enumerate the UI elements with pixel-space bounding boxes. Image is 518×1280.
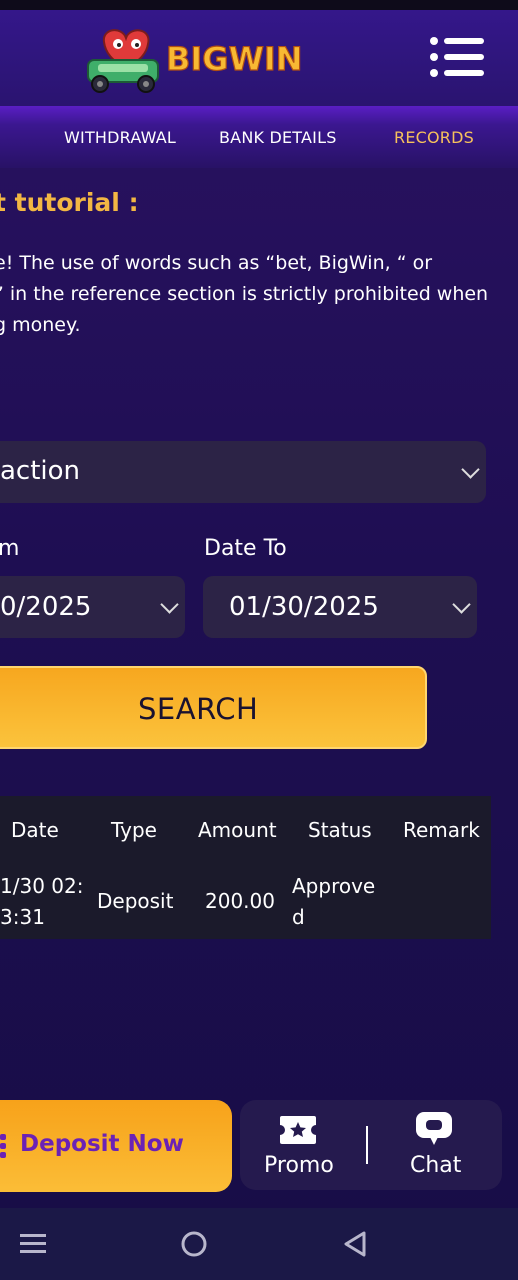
tab-records[interactable]: RECORDS xyxy=(394,128,474,147)
deposit-icon xyxy=(0,1134,6,1158)
cell-status-line1: Approve xyxy=(292,874,376,898)
column-header-amount: Amount xyxy=(198,818,277,842)
tutorial-title: t tutorial : xyxy=(0,188,139,217)
date-from-value: 0/2025 xyxy=(0,592,92,622)
search-button[interactable]: SEARCH xyxy=(0,666,427,749)
bottom-action-bar: Deposit Now Promo Chat xyxy=(0,1100,518,1200)
chat-bubble-icon xyxy=(416,1112,452,1145)
column-header-date: Date xyxy=(11,818,59,842)
tutorial-line: g money. xyxy=(0,314,81,336)
deposit-now-label: Deposit Now xyxy=(20,1131,184,1157)
promo-label: Promo xyxy=(264,1153,334,1178)
account-tabs: WITHDRAWAL BANK DETAILS RECORDS xyxy=(0,106,518,168)
chevron-down-icon xyxy=(160,595,179,614)
column-header-status: Status xyxy=(308,818,372,842)
back-icon[interactable] xyxy=(342,1230,368,1258)
brand-logotype: BIGWIN xyxy=(166,40,303,78)
cell-date-line1: 1/30 02: xyxy=(0,874,84,898)
tab-bank-details[interactable]: BANK DETAILS xyxy=(219,128,337,147)
home-icon[interactable] xyxy=(180,1230,208,1258)
status-bar xyxy=(0,0,518,10)
date-to-select[interactable]: 01/30/2025 xyxy=(203,576,477,638)
transaction-type-value: action xyxy=(0,456,81,486)
tutorial-line: ” in the reference section is strictly p… xyxy=(0,283,489,305)
cell-date-line2: 3:31 xyxy=(0,905,45,929)
column-header-type: Type xyxy=(111,818,157,842)
date-from-label: m xyxy=(0,536,20,561)
app-header: BIGWIN xyxy=(0,10,518,106)
tab-withdrawal[interactable]: WITHDRAWAL xyxy=(64,128,176,147)
search-button-label: SEARCH xyxy=(138,692,259,726)
bigwin-logo[interactable]: BIGWIN xyxy=(84,24,314,94)
recents-icon[interactable] xyxy=(20,1232,46,1256)
date-from-select[interactable]: 0/2025 xyxy=(0,576,185,638)
promo-chat-panel: Promo Chat xyxy=(240,1100,502,1190)
cell-status-line2: d xyxy=(292,905,305,929)
transaction-type-select[interactable]: action xyxy=(0,441,486,503)
date-to-label: Date To xyxy=(204,536,287,561)
system-navigation-bar xyxy=(0,1208,518,1280)
hamburger-menu-icon[interactable] xyxy=(428,34,488,80)
tutorial-note: e! The use of words such as “bet, BigWin… xyxy=(0,248,489,341)
chat-label: Chat xyxy=(410,1153,462,1178)
date-to-value: 01/30/2025 xyxy=(229,592,379,622)
nav-divider xyxy=(366,1126,368,1164)
tutorial-line: e! The use of words such as “bet, BigWin… xyxy=(0,252,433,274)
chevron-down-icon xyxy=(452,595,471,614)
records-table: Date Type Amount Status Remark 1/30 02: … xyxy=(0,796,491,939)
deposit-now-button[interactable]: Deposit Now xyxy=(0,1100,232,1192)
ticket-icon xyxy=(280,1116,316,1144)
cell-type: Deposit xyxy=(97,889,174,913)
column-header-remark: Remark xyxy=(403,818,480,842)
cell-amount: 200.00 xyxy=(205,889,275,913)
chevron-down-icon xyxy=(461,460,480,479)
